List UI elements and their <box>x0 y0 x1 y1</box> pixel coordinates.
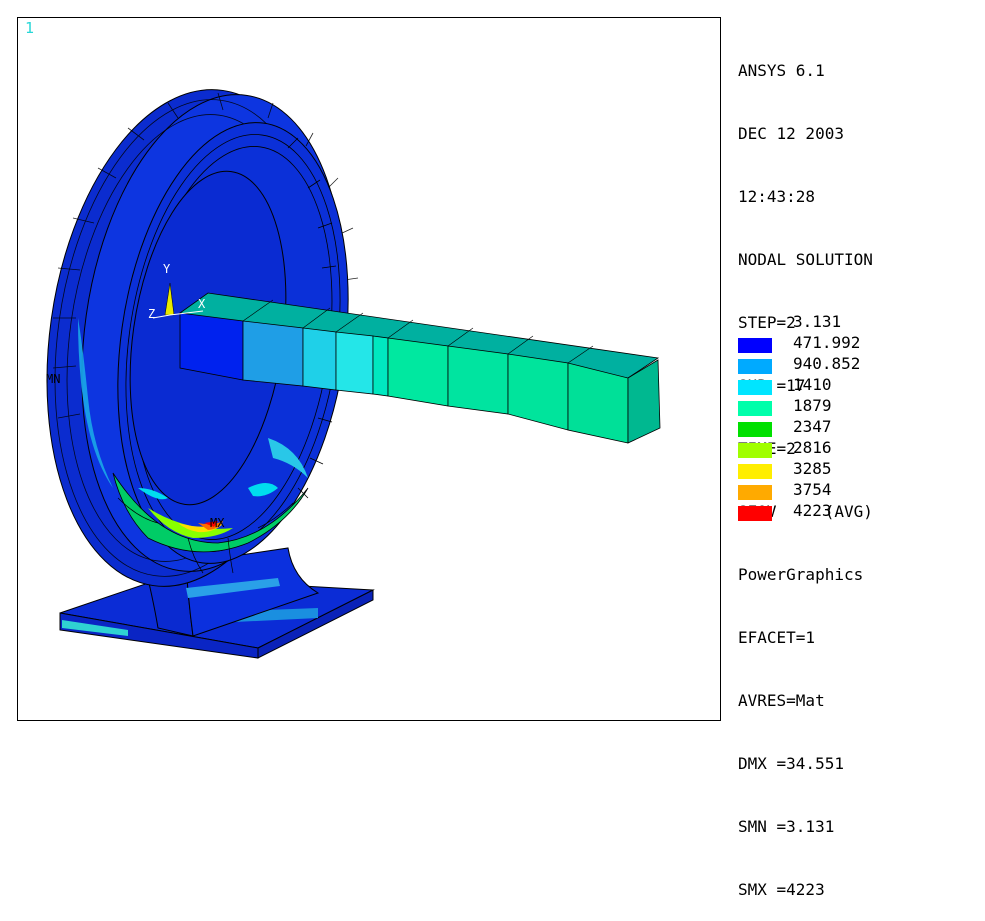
info-line-smx: SMX =4223 <box>738 880 825 899</box>
legend-row: 2816 <box>738 437 978 458</box>
legend-row: 471.992 <box>738 332 978 353</box>
legend-swatch <box>738 506 772 521</box>
legend-swatch <box>738 380 772 395</box>
legend-value: 2347 <box>793 417 832 436</box>
legend-row: 3285 <box>738 458 978 479</box>
legend-swatch <box>738 359 772 374</box>
info-line-smn: SMN =3.131 <box>738 817 835 836</box>
info-line-time: 12:43:28 <box>738 187 816 206</box>
legend-row: 2347 <box>738 416 978 437</box>
info-line-efacet: EFACET=1 <box>738 628 816 647</box>
info-line-avres: AVRES=Mat <box>738 691 825 710</box>
legend-value: 471.992 <box>793 333 861 352</box>
max-marker: MX <box>210 516 225 530</box>
info-line-date: DEC 12 2003 <box>738 124 844 143</box>
legend-value: 3754 <box>793 480 832 499</box>
legend-value: 1879 <box>793 396 832 415</box>
legend-row: 3754 <box>738 479 978 500</box>
legend-value: 1410 <box>793 375 832 394</box>
legend-value: 4223 <box>793 501 832 520</box>
legend-swatch <box>738 422 772 437</box>
legend-row: 1410 <box>738 374 978 395</box>
legend-value: 940.852 <box>793 354 861 373</box>
info-line-graphics-mode: PowerGraphics <box>738 565 864 584</box>
legend-value: 3285 <box>793 459 832 478</box>
legend-value: 2816 <box>793 438 832 457</box>
triad-z-label: Z <box>148 307 155 321</box>
graphics-viewport[interactable]: 1 Y Z X MN MX <box>17 17 721 721</box>
legend-swatch <box>738 485 772 500</box>
legend-min-value: 3.131 <box>793 312 842 331</box>
contour-legend: 3.131 471.992 940.852 1410 1879 2347 281… <box>738 311 978 521</box>
triad-x-label: X <box>198 297 206 311</box>
info-line-product: ANSYS 6.1 <box>738 61 825 80</box>
legend-row: 940.852 <box>738 353 978 374</box>
legend-row: 1879 <box>738 395 978 416</box>
legend-row: 4223 <box>738 500 978 521</box>
triad-y-label: Y <box>163 262 171 276</box>
legend-min-row: 3.131 <box>738 311 978 332</box>
min-marker: MN <box>46 372 60 386</box>
legend-swatch <box>738 443 772 458</box>
info-line-solution-type: NODAL SOLUTION <box>738 250 873 269</box>
legend-swatch <box>738 464 772 479</box>
info-line-dmx: DMX =34.551 <box>738 754 844 773</box>
legend-swatch <box>738 338 772 353</box>
fea-model-view[interactable]: Y Z X MN MX <box>18 18 721 721</box>
legend-swatch <box>738 401 772 416</box>
